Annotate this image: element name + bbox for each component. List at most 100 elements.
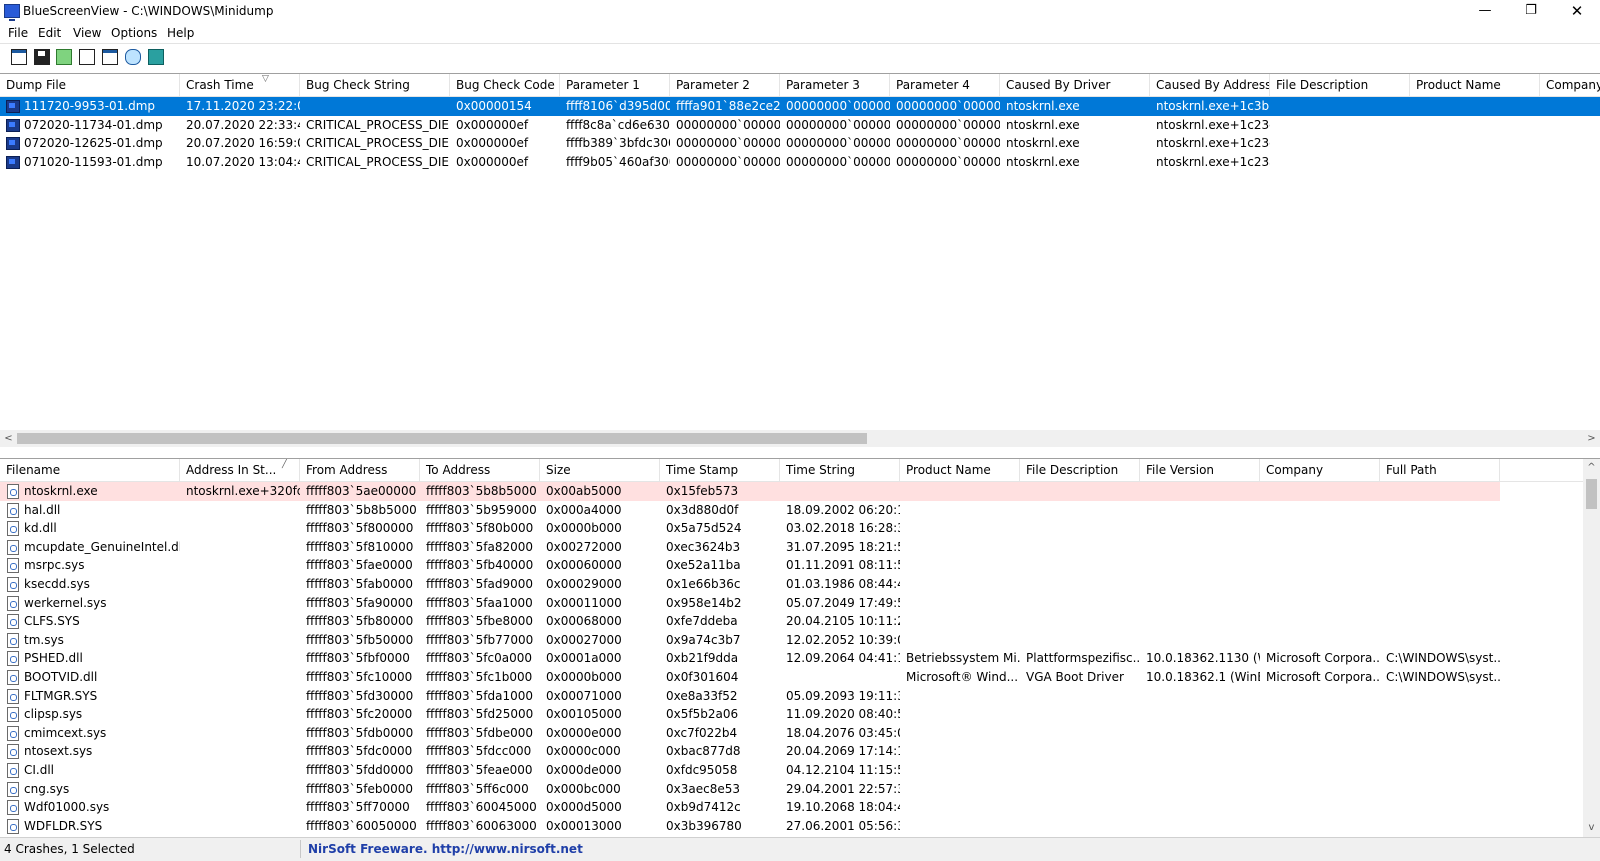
cell xyxy=(1270,134,1410,153)
vertical-scrollbar[interactable]: ^ v xyxy=(1583,459,1600,838)
cell xyxy=(1020,594,1140,613)
cell: 071020-11593-01.dmp xyxy=(24,154,163,169)
restore-button[interactable]: ❐ xyxy=(1508,0,1554,24)
driver-row[interactable]: CLFS.SYS fffff803`5fb80000 fffff803`5fbe80… xyxy=(0,612,1600,631)
copy-icon[interactable] xyxy=(78,48,96,66)
scrollbar-thumb[interactable] xyxy=(17,433,867,444)
cell: ntoskrnl.exe xyxy=(24,484,98,498)
cell xyxy=(180,687,300,706)
driver-row[interactable]: CI.dll fffff803`5fdd0000 fffff803`5feae000… xyxy=(0,761,1600,780)
driver-row[interactable]: tm.sys fffff803`5fb50000 fffff803`5fb77000… xyxy=(0,631,1600,650)
col-caused-by-address[interactable]: Caused By Address xyxy=(1150,74,1270,96)
horizontal-scrollbar[interactable]: < > xyxy=(0,430,1600,447)
driver-row[interactable]: mcupdate_GenuineIntel.dll fffff803`5f8100… xyxy=(0,538,1600,557)
cell: 0x00029000 xyxy=(546,577,622,591)
crash-row[interactable]: 072020-12625-01.dmp 20.07.2020 16:59:00 CR… xyxy=(0,134,1600,153)
driver-row[interactable]: clipsp.sys fffff803`5fc20000 fffff803`5fd2… xyxy=(0,705,1600,724)
find-icon[interactable] xyxy=(124,48,142,66)
col-time-stamp[interactable]: Time Stamp xyxy=(660,459,780,481)
driver-row[interactable]: FLTMGR.SYS fffff803`5fd30000 fffff803`5fda… xyxy=(0,687,1600,706)
col-file-description-2[interactable]: File Description xyxy=(1020,459,1140,481)
driver-row[interactable]: cmimcext.sys fffff803`5fdb0000 fffff803`5f… xyxy=(0,724,1600,743)
cell xyxy=(1140,501,1260,520)
html-report-icon[interactable] xyxy=(10,48,28,66)
cell xyxy=(780,668,900,687)
menu-view[interactable]: View xyxy=(73,26,101,40)
cell: Microsoft Corpora... xyxy=(1266,670,1380,684)
scroll-up-icon[interactable]: ^ xyxy=(1583,459,1600,476)
cell: 10.0.18362.1130 (W... xyxy=(1146,651,1260,666)
col-caused-by-driver[interactable]: Caused By Driver xyxy=(1000,74,1150,96)
col-from-address[interactable]: From Address xyxy=(300,459,420,481)
driver-row[interactable]: hal.dll fffff803`5b8b5000 fffff803`5b95900… xyxy=(0,501,1600,520)
crash-row[interactable]: 072020-11734-01.dmp 20.07.2020 22:33:41 CR… xyxy=(0,116,1600,135)
cell xyxy=(1380,761,1500,780)
scroll-left-icon[interactable]: < xyxy=(0,430,17,447)
col-time-string[interactable]: Time String xyxy=(780,459,900,481)
crash-row[interactable]: 111720-9953-01.dmp 17.11.2020 23:22:03 0x0… xyxy=(0,97,1600,116)
cell: 0x00105000 xyxy=(546,707,622,722)
driver-row[interactable]: cng.sys fffff803`5feb0000 fffff803`5ff6c00… xyxy=(0,780,1600,799)
driver-row[interactable]: ntosext.sys fffff803`5fdc0000 fffff803`5fd… xyxy=(0,742,1600,761)
col-company-2[interactable]: Company xyxy=(1260,459,1380,481)
driver-row[interactable]: kd.dll fffff803`5f800000 fffff803`5f80b000… xyxy=(0,519,1600,538)
scroll-down-icon[interactable]: v xyxy=(1583,819,1600,836)
cell: 0x958e14b2 xyxy=(666,595,742,610)
menu-file[interactable]: File xyxy=(8,26,28,40)
cell: fffff803`5fae0000 xyxy=(306,558,413,573)
status-bar: 4 Crashes, 1 Selected NirSoft Freeware. … xyxy=(0,837,1600,861)
exit-icon[interactable] xyxy=(147,48,165,66)
menu-options[interactable]: Options xyxy=(111,26,157,40)
refresh-icon[interactable] xyxy=(55,48,73,66)
col-product-name[interactable]: Product Name xyxy=(1410,74,1540,96)
save-icon[interactable] xyxy=(33,48,51,66)
cell xyxy=(1140,594,1260,613)
col-parameter-3[interactable]: Parameter 3 xyxy=(780,74,890,96)
col-to-address[interactable]: To Address xyxy=(420,459,540,481)
driver-row[interactable]: msrpc.sys fffff803`5fae0000 fffff803`5fb40… xyxy=(0,556,1600,575)
cell: 19.10.2068 18:04:44 xyxy=(786,800,900,815)
driver-row[interactable]: ksecdd.sys fffff803`5fab0000 fffff803`5fad… xyxy=(0,575,1600,594)
driver-row[interactable]: PSHED.dll fffff803`5fbf0000 fffff803`5fc0a… xyxy=(0,649,1600,668)
col-crash-time[interactable]: Crash Time xyxy=(180,74,300,96)
col-bug-check-string[interactable]: Bug Check String xyxy=(300,74,450,96)
col-full-path[interactable]: Full Path xyxy=(1380,459,1500,481)
cell: fffff803`5fdbe000 xyxy=(426,725,534,740)
col-parameter-1[interactable]: Parameter 1 xyxy=(560,74,670,96)
cell xyxy=(1260,631,1380,650)
col-parameter-2[interactable]: Parameter 2 xyxy=(670,74,780,96)
menu-edit[interactable]: Edit xyxy=(38,26,61,40)
close-button[interactable]: ✕ xyxy=(1554,0,1600,24)
cell: 0x000000ef xyxy=(456,154,529,169)
nirsoft-link[interactable]: NirSoft Freeware. http://www.nirsoft.net xyxy=(308,842,583,856)
cell xyxy=(1260,724,1380,743)
col-file-version[interactable]: File Version xyxy=(1140,459,1260,481)
cell: 0x000bc000 xyxy=(546,781,621,796)
vertical-scrollbar-thumb[interactable] xyxy=(1586,479,1597,509)
scroll-right-icon[interactable]: > xyxy=(1583,430,1600,447)
driver-row[interactable]: ntoskrnl.exe ntoskrnl.exe+320fda fffff803`… xyxy=(0,482,1500,501)
driver-row[interactable]: WDFLDR.SYS fffff803`60050000 fffff803`6006… xyxy=(0,817,1600,836)
menu-help[interactable]: Help xyxy=(167,26,194,40)
properties-icon[interactable] xyxy=(101,48,119,66)
driver-row[interactable]: Wdf01000.sys fffff803`5ff70000 fffff803`60… xyxy=(0,798,1600,817)
cell: 27.06.2001 05:56:32 xyxy=(786,818,900,833)
crash-row[interactable]: 071020-11593-01.dmp 10.07.2020 13:04:48 CR… xyxy=(0,153,1600,172)
col-filename[interactable]: Filename xyxy=(0,459,180,481)
col-product-name-2[interactable]: Product Name xyxy=(900,459,1020,481)
minimize-button[interactable]: — xyxy=(1462,0,1508,24)
cell: 20.04.2105 10:11:22 xyxy=(786,614,900,629)
col-company[interactable]: Company xyxy=(1540,74,1600,96)
col-dump-file[interactable]: Dump File xyxy=(0,74,180,96)
cell xyxy=(1020,519,1140,538)
cell xyxy=(1260,612,1380,631)
driver-row[interactable]: BOOTVID.dll fffff803`5fc10000 fffff803`5fc… xyxy=(0,668,1600,687)
pane-splitter[interactable] xyxy=(0,448,1600,458)
cell xyxy=(900,594,1020,613)
col-file-description[interactable]: File Description xyxy=(1270,74,1410,96)
col-parameter-4[interactable]: Parameter 4 xyxy=(890,74,1000,96)
col-size[interactable]: Size xyxy=(540,459,660,481)
driver-row[interactable]: werkernel.sys fffff803`5fa90000 fffff803`5… xyxy=(0,594,1600,613)
cell: ntoskrnl.exe+1c23c0 xyxy=(1156,136,1270,151)
col-bug-check-code[interactable]: Bug Check Code xyxy=(450,74,560,96)
